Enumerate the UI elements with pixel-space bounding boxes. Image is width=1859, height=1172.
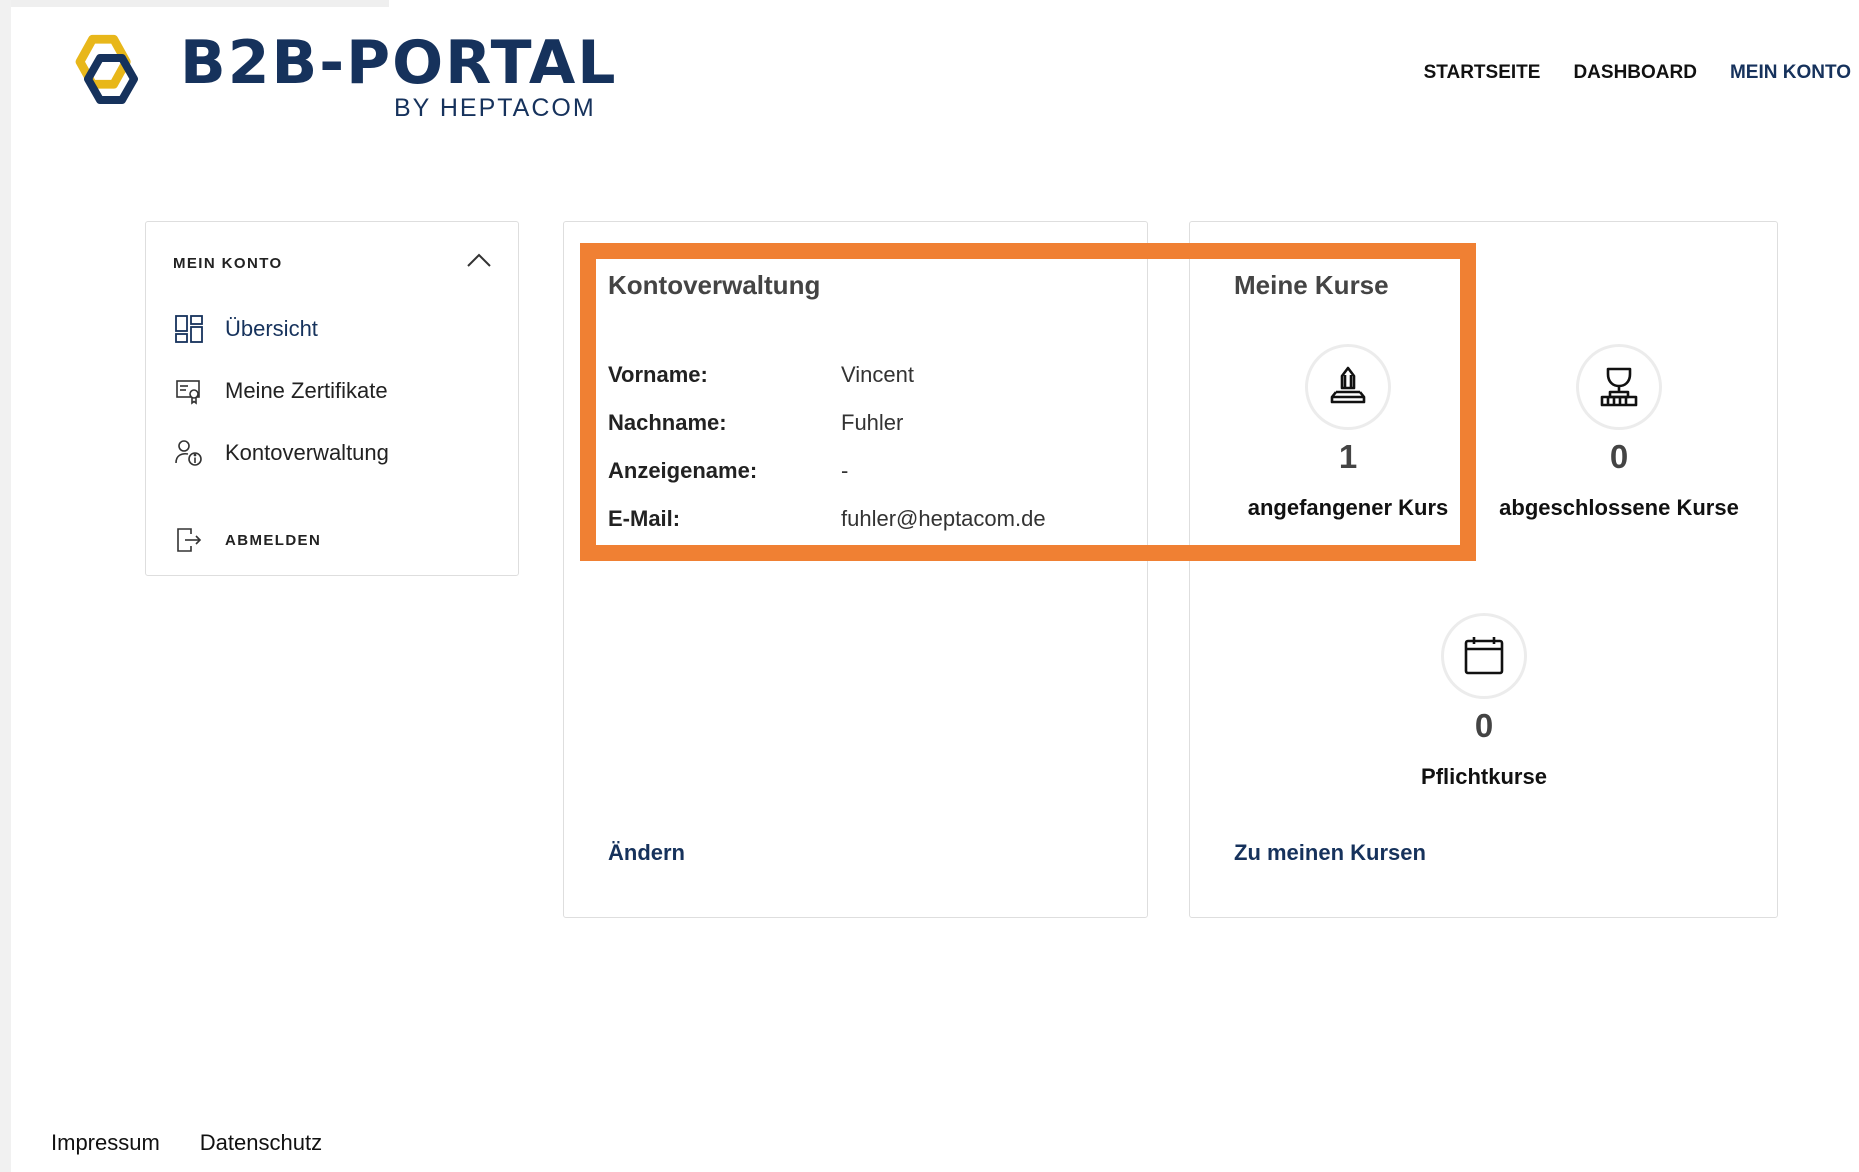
field-label: E-Mail: — [608, 506, 681, 531]
footer-link-datenschutz[interactable]: Datenschutz — [200, 1130, 322, 1156]
hexagon-logo-icon — [75, 34, 138, 104]
course-started-icon — [1305, 344, 1391, 430]
sidebar-item-kontoverwaltung[interactable]: Kontoverwaltung — [173, 437, 389, 469]
field-row-email: E-Mail: fuhler@heptacom.de — [608, 506, 1046, 532]
field-row-vorname: Vorname: Vincent — [608, 362, 914, 388]
my-courses-link[interactable]: Zu meinen Kursen — [1234, 840, 1426, 866]
edit-account-link[interactable]: Ändern — [608, 840, 685, 866]
trophy-icon — [1576, 344, 1662, 430]
mandatory-courses-label: Pflichtkurse — [1421, 764, 1547, 789]
field-value: Fuhler — [841, 410, 904, 435]
sidebar-item-label: Übersicht — [225, 316, 318, 341]
sidebar-item-zertifikate[interactable]: Meine Zertifikate — [173, 375, 388, 407]
dashboard-icon — [173, 313, 205, 345]
top-margin-strip — [11, 0, 389, 7]
stat-completed-courses[interactable]: 0 abgeschlossene Kurse — [1499, 344, 1739, 524]
completed-courses-count: 0 — [1609, 438, 1629, 475]
sidebar-item-label: Kontoverwaltung — [225, 440, 389, 465]
started-courses-label: angefangener Kurs — [1247, 495, 1449, 520]
sidebar-item-label: Meine Zertifikate — [225, 378, 388, 403]
account-card-title: Kontoverwaltung — [608, 270, 821, 300]
certificate-icon — [173, 375, 205, 407]
field-value: Vincent — [841, 362, 914, 387]
field-label: Vorname: — [608, 362, 708, 387]
user-info-icon — [173, 437, 205, 469]
sidebar-item-uebersicht[interactable]: Übersicht — [173, 313, 318, 345]
nav-mein-konto[interactable]: MEIN KONTO — [1730, 62, 1851, 84]
nav-dashboard[interactable]: DASHBOARD — [1573, 62, 1697, 84]
logout-icon — [173, 524, 205, 556]
left-margin-strip — [0, 0, 11, 1172]
footer-link-impressum[interactable]: Impressum — [51, 1130, 160, 1156]
brand-logo[interactable]: B2B-PORTAL BY HEPTACOM — [68, 28, 616, 128]
calendar-icon — [1441, 613, 1527, 699]
logo-subtitle: BY HEPTACOM — [394, 94, 596, 122]
stat-mandatory-courses[interactable]: 0 Pflichtkurse — [1364, 613, 1604, 793]
nav-startseite[interactable]: STARTSEITE — [1424, 62, 1541, 84]
field-value: - — [841, 458, 849, 483]
top-navigation: STARTSEITE DASHBOARD MEIN KONTO — [1424, 62, 1851, 84]
completed-courses-label: abgeschlossene Kurse — [1499, 495, 1739, 520]
account-sidebar: MEIN KONTO Übersicht Meine Zertifikate K… — [145, 221, 519, 576]
field-label: Nachname: — [608, 410, 727, 435]
mandatory-courses-count: 0 — [1474, 707, 1494, 744]
field-label: Anzeigename: — [608, 458, 758, 483]
account-management-card: Kontoverwaltung Vorname: Vincent Nachnam… — [563, 221, 1148, 918]
field-row-nachname: Nachname: Fuhler — [608, 410, 903, 436]
logout-button[interactable]: ABMELDEN — [173, 524, 321, 556]
sidebar-title: MEIN KONTO — [173, 255, 283, 272]
footer: Impressum Datenschutz — [51, 1130, 322, 1156]
field-value: fuhler@heptacom.de — [841, 506, 1046, 531]
started-courses-count: 1 — [1338, 438, 1358, 475]
stat-started-courses[interactable]: 1 angefangener Kurs — [1228, 344, 1468, 524]
field-row-anzeigename: Anzeigename: - — [608, 458, 848, 484]
chevron-up-icon[interactable] — [466, 250, 492, 270]
my-courses-card: Meine Kurse 1 angefangener Kurs 0 abgesc… — [1189, 221, 1778, 918]
courses-card-title: Meine Kurse — [1234, 270, 1389, 300]
logout-label: ABMELDEN — [225, 531, 322, 549]
logo-title: B2B-PORTAL — [180, 28, 618, 98]
